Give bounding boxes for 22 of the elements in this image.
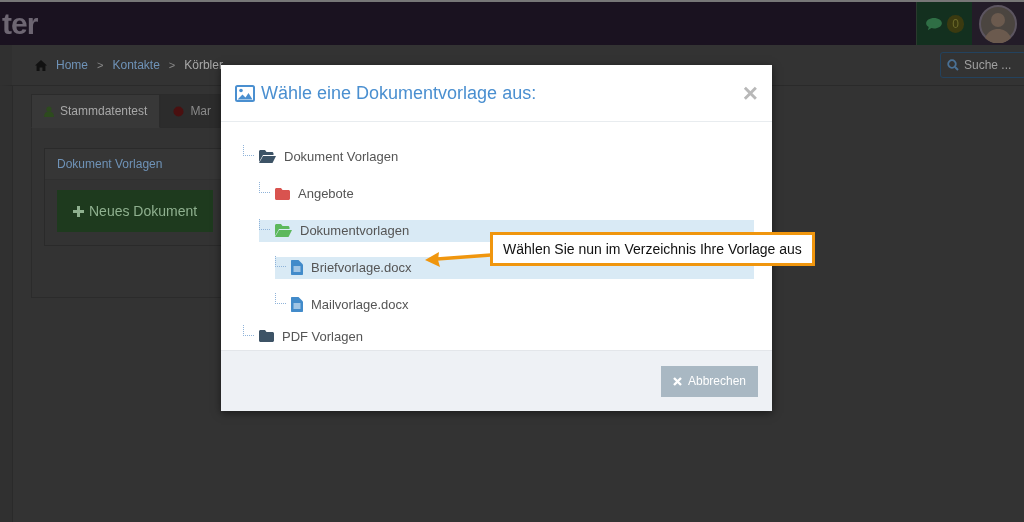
tab[interactable]: Stammdatentest xyxy=(31,94,161,128)
avatar[interactable] xyxy=(979,4,1017,43)
tree-item[interactable]: PDF Vorlagen xyxy=(243,325,754,347)
plus-icon xyxy=(73,205,84,217)
search-field[interactable]: Suche ... xyxy=(940,52,1024,78)
tree-item[interactable]: Mailvorlage.docx xyxy=(275,293,754,316)
breadcrumb-link[interactable]: Home xyxy=(56,58,88,72)
breadcrumb-separator: > xyxy=(97,59,104,71)
breadcrumb-separator: > xyxy=(168,59,176,71)
close-icon xyxy=(672,376,682,386)
tree-item[interactable]: Angebote xyxy=(259,182,754,205)
dialog-title: Wähle eine Dokumentvorlage aus: xyxy=(261,82,538,104)
logo: ter xyxy=(2,6,39,41)
new-document-button[interactable]: Neues Dokument xyxy=(57,190,214,232)
image-icon xyxy=(235,84,255,102)
breadcrumb-link[interactable]: Kontakte xyxy=(112,58,160,72)
breadcrumb-link[interactable]: Körbler xyxy=(184,58,223,72)
person-icon xyxy=(44,105,54,117)
search-icon xyxy=(947,59,959,71)
home-icon xyxy=(35,59,47,71)
callout-tooltip: Wählen Sie nun im Verzeichnis Ihre Vorlage aus xyxy=(490,232,815,266)
speech-bubble-icon xyxy=(925,16,944,31)
